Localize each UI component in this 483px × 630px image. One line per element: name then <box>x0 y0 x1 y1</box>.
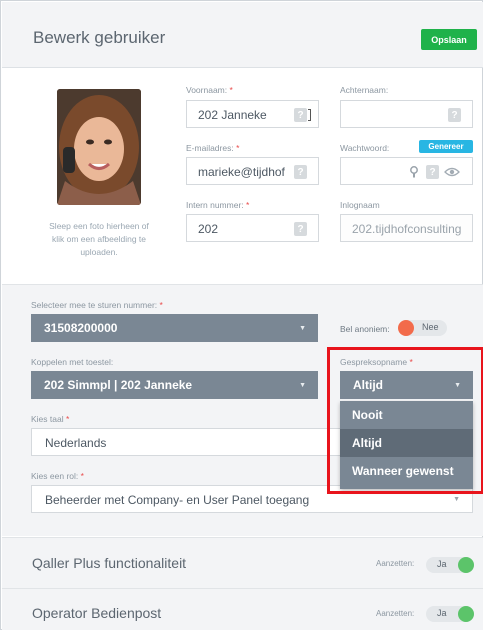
device-label: Koppelen met toestel: <box>31 357 114 367</box>
caret-down-icon: ▼ <box>453 496 460 503</box>
question-mark-icon[interactable]: ? <box>448 108 461 122</box>
eye-icon[interactable] <box>444 166 460 178</box>
outgoing-number-label: Selecteer mee te sturen nummer: * <box>31 300 163 310</box>
firstname-input[interactable]: 202 Janneke ? <box>186 100 319 128</box>
caret-down-icon: ▼ <box>299 382 306 389</box>
page-title: Bewerk gebruiker <box>33 28 166 47</box>
recording-label: Gespreksopname * <box>340 357 413 367</box>
recording-select[interactable]: Altijd ▼ <box>340 371 473 399</box>
lastname-label: Achternaam: <box>340 85 389 95</box>
recording-dropdown-menu: Nooit Altijd Wanneer gewenst <box>340 401 473 489</box>
caret-down-icon: ▼ <box>299 325 306 332</box>
toggle-knob <box>458 606 474 622</box>
operator-panel[interactable]: Operator Bedienpost Aanzetten: Ja <box>2 588 483 630</box>
anonymous-call-toggle[interactable]: Nee <box>398 320 447 336</box>
login-name-label: Inlognaam <box>340 200 380 210</box>
panel-title: Operator Bedienpost <box>32 605 162 621</box>
recording-option-altijd[interactable]: Altijd <box>340 429 473 457</box>
qaller-plus-toggle[interactable]: Ja <box>426 557 474 573</box>
question-mark-icon[interactable]: ? <box>294 165 307 179</box>
text-cursor-icon <box>308 109 311 121</box>
generate-password-button[interactable]: Genereer <box>419 140 473 153</box>
question-mark-icon[interactable]: ? <box>426 165 439 179</box>
email-input[interactable]: marieke@tijdhof ? <box>186 157 319 185</box>
user-photo[interactable] <box>57 89 141 205</box>
form-header: Bewerk gebruiker Opslaan <box>2 2 483 68</box>
recording-option-wanneer-gewenst[interactable]: Wanneer gewenst <box>340 457 473 485</box>
login-name-input[interactable]: 202.tijdhofconsulting <box>340 214 473 242</box>
lastname-input[interactable]: ? <box>340 100 473 128</box>
password-input[interactable]: ? <box>340 157 473 185</box>
key-icon[interactable] <box>409 166 419 178</box>
edit-user-form: Bewerk gebruiker Opslaan Sleep een foto … <box>0 0 483 630</box>
internal-number-label: Intern nummer: * <box>186 200 250 210</box>
enable-label: Aanzetten: <box>376 609 415 618</box>
panel-title: Qaller Plus functionaliteit <box>32 555 187 571</box>
enable-label: Aanzetten: <box>376 559 415 568</box>
internal-number-input[interactable]: 202 ? <box>186 214 319 242</box>
photo-upload-hint: Sleep een foto hierheen of klik om een a… <box>49 221 149 257</box>
anonymous-call-label: Bel anoniem: <box>340 324 390 334</box>
toggle-knob <box>458 557 474 573</box>
question-mark-icon[interactable]: ? <box>294 222 307 236</box>
caret-down-icon: ▼ <box>454 382 461 389</box>
outgoing-number-select[interactable]: 31508200000 ▼ <box>31 314 318 342</box>
portrait-image <box>57 89 141 205</box>
role-select[interactable]: Beheerder met Company- en User Panel toe… <box>31 485 473 513</box>
toggle-knob <box>398 320 414 336</box>
qaller-plus-panel[interactable]: Qaller Plus functionaliteit Aanzetten: J… <box>2 537 483 588</box>
recording-option-nooit[interactable]: Nooit <box>340 401 473 429</box>
device-select[interactable]: 202 Simmpl | 202 Janneke ▼ <box>31 371 318 399</box>
role-label: Kies een rol: * <box>31 471 84 481</box>
email-label: E-mailadres: * <box>186 143 240 153</box>
save-button[interactable]: Opslaan <box>421 29 477 50</box>
language-label: Kies taal * <box>31 414 70 424</box>
firstname-label: Voornaam: * <box>186 85 233 95</box>
question-mark-icon[interactable]: ? <box>294 108 307 122</box>
operator-toggle[interactable]: Ja <box>426 606 474 622</box>
password-label: Wachtwoord: <box>340 143 390 153</box>
